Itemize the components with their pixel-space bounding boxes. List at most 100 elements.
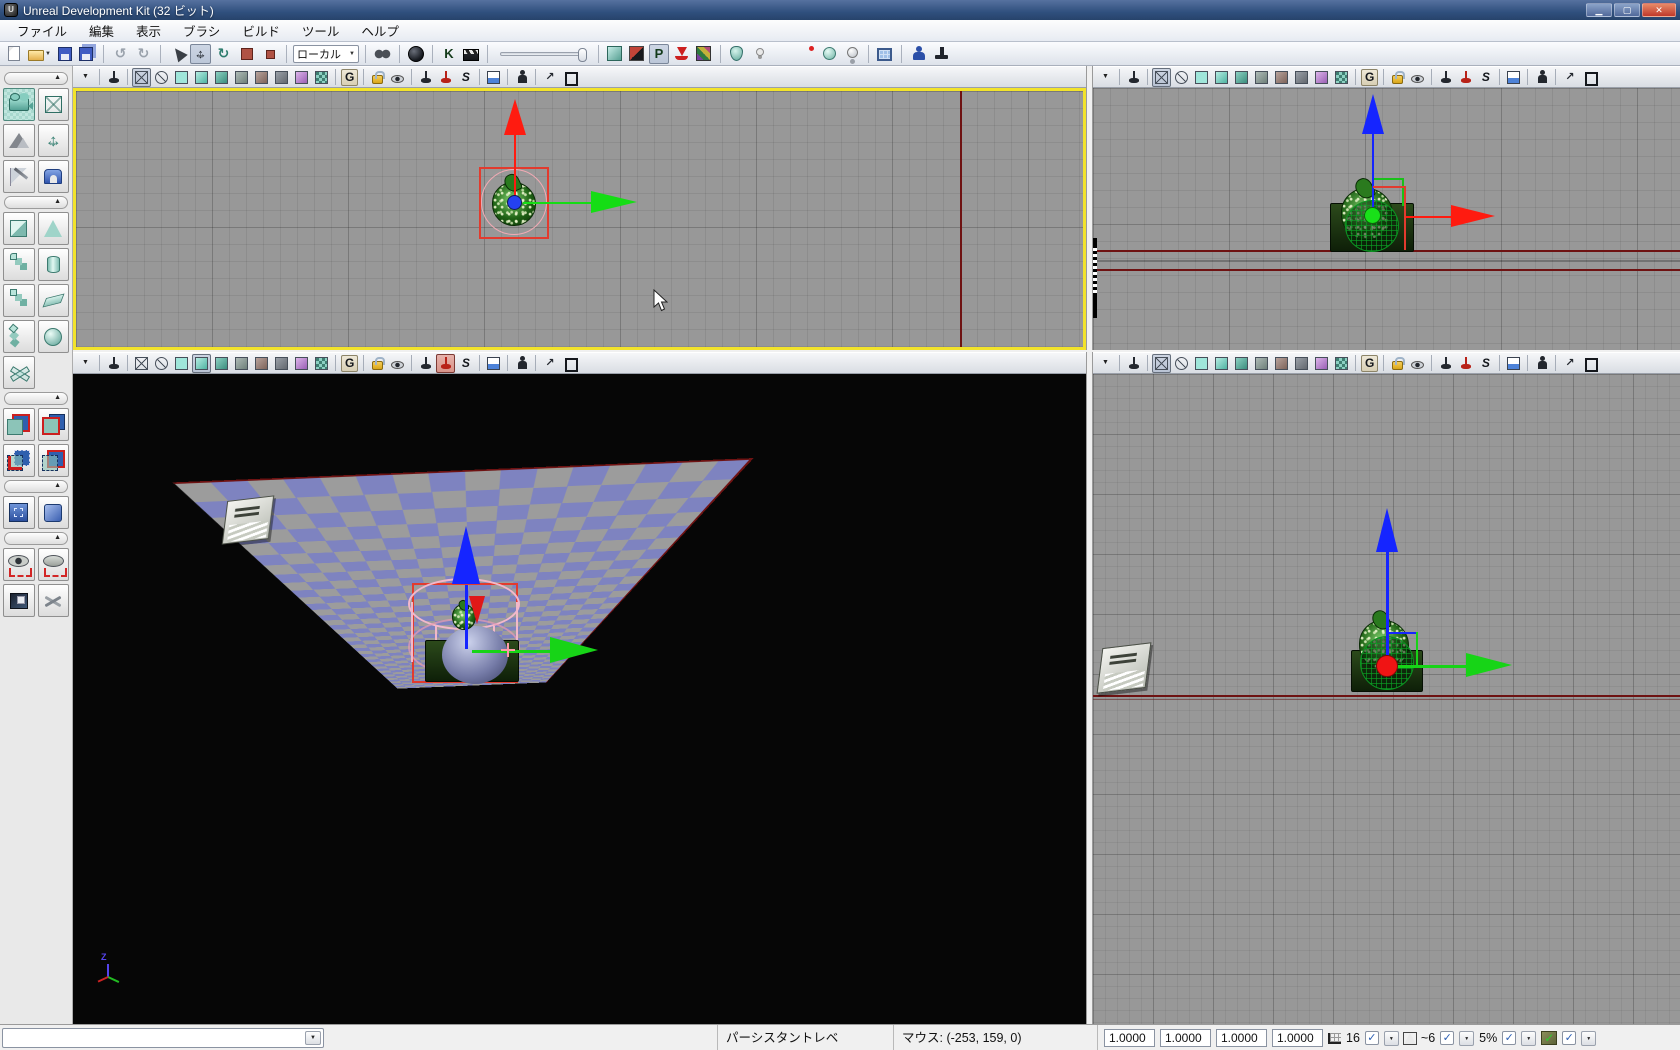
content-browser-button[interactable] <box>605 44 625 64</box>
mode-detail-lighting-button[interactable] <box>1232 68 1251 87</box>
resize-viewport-button[interactable] <box>560 354 579 373</box>
lock-viewport-button[interactable] <box>368 354 387 373</box>
mode-lightmap-density-button[interactable] <box>1332 68 1351 87</box>
realtime-audio-joystick-button[interactable] <box>1436 68 1455 87</box>
csg-add-button[interactable] <box>3 408 35 441</box>
mode-lit-button[interactable] <box>192 68 211 87</box>
drag-grid-checkbox[interactable]: ✓ <box>1365 1031 1379 1045</box>
mode-lightmap-density-button[interactable] <box>1332 354 1351 373</box>
axis-y-arrow[interactable] <box>1466 653 1512 677</box>
build-all-button[interactable] <box>694 44 714 64</box>
mode-texture-density-button[interactable] <box>292 68 311 87</box>
mode-wireframe-button[interactable] <box>1152 68 1171 87</box>
new-map-button[interactable] <box>4 44 24 64</box>
brush-cone-button[interactable] <box>38 212 70 245</box>
title-bar[interactable]: U Unreal Development Kit (32 ビット) ▁ ▢ ✕ <box>0 0 1680 20</box>
lighting-quality-lamp-button[interactable] <box>818 44 839 64</box>
autosave-checkbox[interactable]: ✓ <box>1502 1031 1516 1045</box>
axis-x-arrow[interactable] <box>1451 205 1495 227</box>
invert-visibility-window-button[interactable] <box>3 584 35 617</box>
drag-grid-dropdown[interactable]: ▼ <box>1384 1031 1399 1046</box>
mode-brush-wireframe-button[interactable] <box>1172 68 1191 87</box>
maximize-frame-button[interactable] <box>1504 354 1523 373</box>
gizmo-center-dot[interactable] <box>1364 207 1381 224</box>
modes-group-header[interactable]: ▲ <box>4 72 68 85</box>
lock-viewport-button[interactable] <box>1388 354 1407 373</box>
vertical-splitter[interactable] <box>1086 66 1093 1024</box>
float-viewport-button[interactable]: ↗ <box>1560 68 1579 87</box>
game-view-toggle-button[interactable]: G <box>1360 68 1379 87</box>
transform-field-1[interactable] <box>1160 1029 1211 1047</box>
viewport-front[interactable] <box>1093 88 1680 350</box>
lock-viewport-button[interactable] <box>1388 68 1407 87</box>
axis-z-arrow[interactable] <box>1376 508 1398 552</box>
squint-mode-button[interactable]: S <box>456 354 475 373</box>
game-view-toggle-button[interactable]: G <box>340 354 359 373</box>
float-viewport-button[interactable]: ↗ <box>540 354 559 373</box>
axis-x-arrow[interactable] <box>504 99 526 135</box>
viewport-top[interactable] <box>73 88 1086 350</box>
search-actors-button[interactable] <box>372 44 393 64</box>
brush-primitives-header[interactable]: ▲ <box>4 196 68 209</box>
terrain-mode-button[interactable] <box>3 124 35 157</box>
brush-sheet-button[interactable] <box>38 284 70 317</box>
maximize-frame-button[interactable] <box>1504 68 1523 87</box>
realtime-toggle-joystick-button[interactable] <box>1456 68 1475 87</box>
rotation-grid-dropdown[interactable]: ▼ <box>1459 1031 1474 1046</box>
csg-intersect-button[interactable] <box>3 444 35 477</box>
mode-lightmap-density-button[interactable] <box>312 354 331 373</box>
mode-light-complexity-button[interactable] <box>252 68 271 87</box>
mode-brush-wireframe-button[interactable] <box>152 68 171 87</box>
status-toggle-checkbox[interactable]: ✓ <box>1562 1031 1576 1045</box>
mode-texture-density-button[interactable] <box>1312 68 1331 87</box>
viewport-options-dropdown-button[interactable]: ▼ <box>76 354 95 373</box>
brush-curved-staircase-button[interactable] <box>3 248 35 281</box>
maximize-viewport-joystick-button[interactable] <box>1124 354 1143 373</box>
publish-level-button[interactable] <box>671 44 692 64</box>
axis-z-arrow[interactable] <box>1362 94 1384 134</box>
show-flags-button[interactable] <box>388 354 407 373</box>
axis-z-arrow[interactable] <box>452 526 480 584</box>
geometry-mode-button[interactable] <box>38 88 70 121</box>
realtime-toggle-joystick-button[interactable] <box>436 68 455 87</box>
gizmo-center-dot[interactable] <box>1376 655 1398 677</box>
maximize-button[interactable]: ▢ <box>1614 3 1640 17</box>
mode-texture-density-button[interactable] <box>1312 354 1331 373</box>
combobox-dropdown-icon[interactable]: ▼ <box>305 1031 321 1045</box>
squint-mode-button[interactable]: S <box>1476 354 1495 373</box>
open-matinee-button[interactable] <box>461 44 481 64</box>
realtime-audio-joystick-button[interactable] <box>416 354 435 373</box>
brush-volumetric-button[interactable] <box>3 356 35 389</box>
visibility-group-header[interactable]: ▲ <box>4 532 68 545</box>
rotate-tool-button[interactable]: ↻ <box>213 44 234 64</box>
open-map-button[interactable]: ▼ <box>26 44 53 64</box>
mode-texture-density-button[interactable] <box>292 354 311 373</box>
mode-brush-wireframe-button[interactable] <box>152 354 171 373</box>
volume-group-header[interactable]: ▲ <box>4 480 68 493</box>
mode-shader-complexity-button[interactable] <box>272 354 291 373</box>
csg-subtract-button[interactable] <box>38 408 70 441</box>
mode-lightmap-density-button[interactable] <box>312 68 331 87</box>
float-viewport-button[interactable]: ↗ <box>1560 354 1579 373</box>
note-actor[interactable] <box>1097 642 1152 694</box>
mode-unlit-button[interactable] <box>172 354 191 373</box>
show-selected-only-button[interactable] <box>3 548 35 581</box>
note-actor[interactable] <box>222 495 275 544</box>
viewport-options-dropdown-button[interactable]: ▼ <box>76 68 95 87</box>
translate-tool-button[interactable] <box>190 44 211 64</box>
far-clip-slider[interactable] <box>500 52 586 56</box>
play-mobile-stamp-button[interactable] <box>931 44 952 64</box>
mode-light-complexity-button[interactable] <box>252 354 271 373</box>
mode-detail-lighting-button[interactable] <box>212 354 231 373</box>
brush-polys-button[interactable] <box>627 44 647 64</box>
resize-viewport-button[interactable] <box>1580 68 1599 87</box>
axis-y-arrow[interactable] <box>591 191 637 213</box>
trigger-dome-mesh[interactable] <box>442 626 508 684</box>
show-all-tools-button[interactable] <box>38 584 70 617</box>
mode-shader-complexity-button[interactable] <box>1292 354 1311 373</box>
realtime-toggle-joystick-button[interactable] <box>1456 354 1475 373</box>
maximize-viewport-joystick-button[interactable] <box>104 354 123 373</box>
viewport-options-dropdown-button[interactable]: ▼ <box>1096 354 1115 373</box>
mode-unlit-button[interactable] <box>172 68 191 87</box>
mode-wireframe-button[interactable] <box>132 354 151 373</box>
